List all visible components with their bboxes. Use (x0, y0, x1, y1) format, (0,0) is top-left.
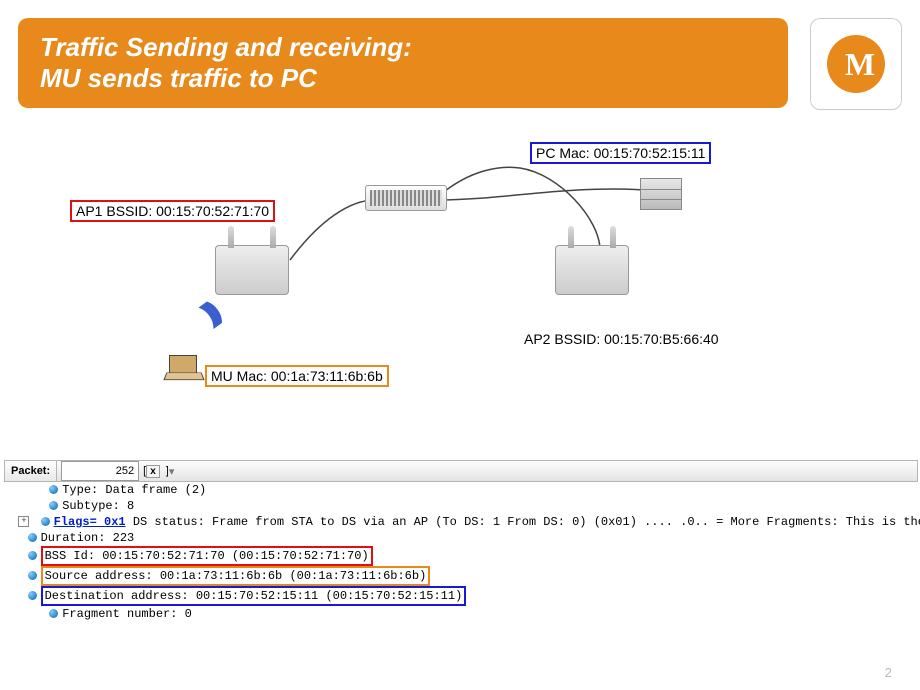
bullet-icon (28, 571, 37, 580)
tree-row-duration: Duration: 223 (4, 530, 916, 546)
ap1-icon (215, 245, 289, 295)
mu-label: MU Mac: 00:1a:73:11:6b:6b (205, 365, 389, 387)
title-line1: Traffic Sending and receiving: (40, 32, 766, 63)
tree-row-subtype: Subtype: 8 (4, 498, 916, 514)
tree-row-src: Source address: 00:1a:73:11:6b:6b (00:1a… (4, 566, 916, 586)
bullet-icon (28, 591, 37, 600)
tree-row-dst: Destination address: 00:15:70:52:15:11 (… (4, 586, 916, 606)
network-diagram: ))) AP1 BSSID: 00:15:70:52:71:70 AP2 BSS… (0, 130, 920, 420)
packet-toolbar: Packet: [ x ] ▾ (4, 460, 918, 482)
ap2-icon (555, 245, 629, 295)
pc-label: PC Mac: 00:15:70:52:15:11 (530, 142, 711, 164)
bullet-icon (41, 517, 50, 526)
ap2-label: AP2 BSSID: 00:15:70:B5:66:40 (520, 330, 723, 348)
ap1-label: AP1 BSSID: 00:15:70:52:71:70 (70, 200, 275, 222)
wifi-waves-icon: ))) (196, 298, 223, 330)
title-line2: MU sends traffic to PC (40, 63, 766, 94)
dropdown-icon[interactable]: ▾ (169, 465, 175, 478)
packet-tree: Type: Data frame (2) Subtype: 8 + Flags=… (4, 482, 916, 622)
flags-link[interactable]: Flags= 0x1 (54, 515, 126, 529)
expand-icon[interactable]: + (18, 516, 29, 527)
tree-row-frag: Fragment number: 0 (4, 606, 916, 622)
bullet-icon (28, 533, 37, 542)
packet-close-button[interactable]: x (146, 465, 160, 478)
wires (0, 130, 920, 420)
tree-row-type: Type: Data frame (2) (4, 482, 916, 498)
bullet-icon (49, 609, 58, 618)
laptop-icon (165, 355, 201, 381)
logo-box: M (810, 18, 902, 110)
slide-title: Traffic Sending and receiving: MU sends … (18, 18, 788, 108)
tree-row-flags: + Flags= 0x1 DS status: Frame from STA t… (4, 514, 916, 530)
switch-icon (365, 185, 447, 211)
packet-label: Packet: (5, 461, 57, 481)
packet-number-input[interactable] (61, 461, 139, 481)
tree-row-bss: BSS Id: 00:15:70:52:71:70 (00:15:70:52:7… (4, 546, 916, 566)
bullet-icon (49, 485, 58, 494)
pc-icon (640, 170, 680, 210)
motorola-logo-icon: M (827, 35, 885, 93)
page-number: 2 (885, 665, 892, 680)
bullet-icon (49, 501, 58, 510)
bullet-icon (28, 551, 37, 560)
